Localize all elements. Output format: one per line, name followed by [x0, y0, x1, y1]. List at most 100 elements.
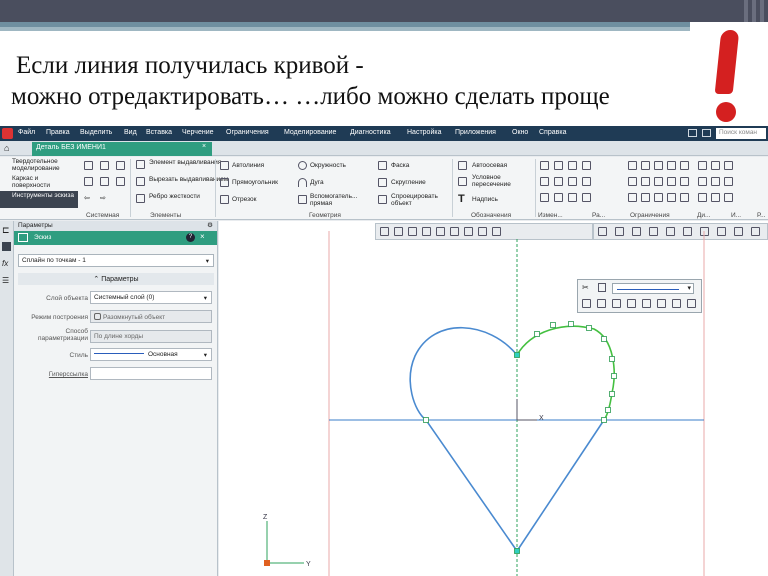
mode-wireframe-surfaces[interactable]: Каркас и поверхности [0, 174, 78, 191]
conditional-intersection-icon[interactable] [458, 177, 467, 186]
text-icon[interactable]: T [458, 194, 467, 205]
constraint-tool-icon[interactable] [641, 193, 650, 202]
edit-tool-icon[interactable] [554, 161, 563, 170]
menu-drawing[interactable]: Черчение [182, 129, 214, 136]
circle-button[interactable]: Окружность [310, 162, 346, 169]
edit-tool-icon[interactable] [582, 193, 591, 202]
segment-button[interactable]: Отрезок [232, 196, 257, 203]
text-label-button[interactable]: Надпись [472, 196, 498, 203]
constraint-tool-icon[interactable] [628, 193, 637, 202]
constraint-tool-icon[interactable] [641, 177, 650, 186]
constraint-tool-icon[interactable] [628, 161, 637, 170]
extrude-icon[interactable] [136, 160, 145, 169]
edit-tool-icon[interactable] [568, 161, 577, 170]
autoline-button[interactable]: Автолиния [232, 162, 264, 169]
constraint-tool-icon[interactable] [667, 177, 676, 186]
camera-icon[interactable] [702, 129, 711, 137]
constraint-tool-icon[interactable] [680, 193, 689, 202]
command-search-input[interactable]: Поиск коман [716, 128, 766, 139]
rectangle-icon[interactable] [220, 178, 229, 187]
variables-icon[interactable]: fx [2, 259, 8, 268]
auto-axis-button[interactable]: Автоосевая [472, 162, 507, 169]
edit-tool-icon[interactable] [582, 161, 591, 170]
edit-tool-icon[interactable] [554, 193, 563, 202]
menu-help[interactable]: Справка [539, 129, 566, 136]
cut-extrude-button[interactable]: Вырезать выдавливанием [149, 176, 228, 183]
fillet-button[interactable]: Скругление [391, 179, 426, 186]
dimension-tool-icon[interactable] [724, 193, 733, 202]
help-icon[interactable]: ? [186, 233, 195, 242]
command-select[interactable]: Сплайн по точкам - 1 ▾ [18, 254, 214, 267]
dimension-tool-icon[interactable] [711, 161, 720, 170]
rectangle-button[interactable]: Прямоугольник [232, 179, 278, 186]
tree-icon[interactable]: ⊏ [2, 225, 10, 236]
list-icon[interactable]: ☰ [2, 276, 9, 285]
conditional-intersection-button[interactable]: Условное пересечение [472, 174, 532, 188]
dimension-tool-icon[interactable] [698, 193, 707, 202]
cut-extrude-icon[interactable] [136, 177, 145, 186]
auxiliary-line-button[interactable]: Вспомогатель... прямая [310, 193, 378, 207]
paste-icon[interactable] [116, 177, 125, 186]
constraint-tool-icon[interactable] [654, 161, 663, 170]
edit-tool-icon[interactable] [582, 177, 591, 186]
menu-file[interactable]: Файл [18, 129, 35, 136]
hyperlink-label[interactable]: Гиперссылка [16, 371, 88, 378]
menu-constraints[interactable]: Ограничения [226, 129, 269, 136]
redo-icon[interactable]: ⇨ [100, 194, 109, 203]
menu-modeling[interactable]: Моделирование [284, 129, 336, 136]
drawing-canvas[interactable]: ✂ ▾ XZY [219, 221, 768, 576]
close-tab-icon[interactable]: × [202, 143, 206, 150]
hyperlink-input[interactable] [90, 367, 212, 380]
dimension-tool-icon[interactable] [698, 161, 707, 170]
dimension-tool-icon[interactable] [724, 161, 733, 170]
print-icon[interactable] [84, 177, 93, 186]
properties-icon[interactable] [2, 242, 11, 251]
edit-tool-icon[interactable] [568, 177, 577, 186]
menu-select[interactable]: Выделить [80, 129, 112, 136]
dimension-tool-icon[interactable] [711, 177, 720, 186]
dimension-tool-icon[interactable] [711, 193, 720, 202]
menu-insert[interactable]: Вставка [146, 129, 172, 136]
menu-applications[interactable]: Приложения [455, 129, 496, 136]
parametrization-field[interactable]: По длине хорды [90, 330, 212, 343]
constraint-tool-icon[interactable] [654, 193, 663, 202]
constraint-tool-icon[interactable] [641, 161, 650, 170]
edit-tool-icon[interactable] [540, 161, 549, 170]
constraint-tool-icon[interactable] [667, 161, 676, 170]
rib-icon[interactable] [136, 194, 145, 203]
mode-sketch-tools[interactable]: Инструменты эскиза [0, 191, 78, 208]
dimension-tool-icon[interactable] [698, 177, 707, 186]
style-select[interactable]: Основная ▾ [90, 348, 212, 361]
document-tab[interactable]: Деталь БЕЗ ИМЕНИ1 × [32, 142, 212, 156]
auxiliary-line-icon[interactable] [298, 195, 307, 204]
save-icon[interactable] [116, 161, 125, 170]
extrude-button[interactable]: Элемент выдавливания [149, 159, 221, 166]
constraint-tool-icon[interactable] [667, 193, 676, 202]
edit-tool-icon[interactable] [540, 193, 549, 202]
autoline-icon[interactable] [220, 161, 229, 170]
chamfer-button[interactable]: Фаска [391, 162, 409, 169]
auto-axis-icon[interactable] [458, 161, 467, 170]
undo-icon[interactable]: ⇦ [84, 194, 93, 203]
project-object-button[interactable]: Спроецировать объект [391, 193, 449, 207]
constraint-tool-icon[interactable] [680, 161, 689, 170]
edit-tool-icon[interactable] [568, 193, 577, 202]
arc-button[interactable]: Дуга [310, 179, 324, 186]
mode-solid-modeling[interactable]: Твердотельное моделирование [0, 157, 78, 174]
new-document-icon[interactable] [84, 161, 93, 170]
close-command-icon[interactable]: × [200, 232, 205, 241]
copy-icon[interactable] [100, 177, 109, 186]
chamfer-icon[interactable] [378, 161, 387, 170]
parameters-section-header[interactable]: ⌃ Параметры [18, 273, 214, 285]
home-icon[interactable]: ⌂ [4, 143, 9, 153]
layer-select[interactable]: Системный слой (0) ▾ [90, 291, 212, 304]
window-restore-icon[interactable] [688, 129, 697, 137]
dimension-tool-icon[interactable] [724, 177, 733, 186]
constraint-tool-icon[interactable] [628, 177, 637, 186]
menu-diagnostics[interactable]: Диагностика [350, 129, 391, 136]
rib-button[interactable]: Ребро жесткости [149, 193, 200, 200]
panel-settings-icon[interactable]: ⚙ [207, 221, 213, 229]
constraint-tool-icon[interactable] [654, 177, 663, 186]
open-folder-icon[interactable] [100, 161, 109, 170]
project-object-icon[interactable] [378, 195, 387, 204]
